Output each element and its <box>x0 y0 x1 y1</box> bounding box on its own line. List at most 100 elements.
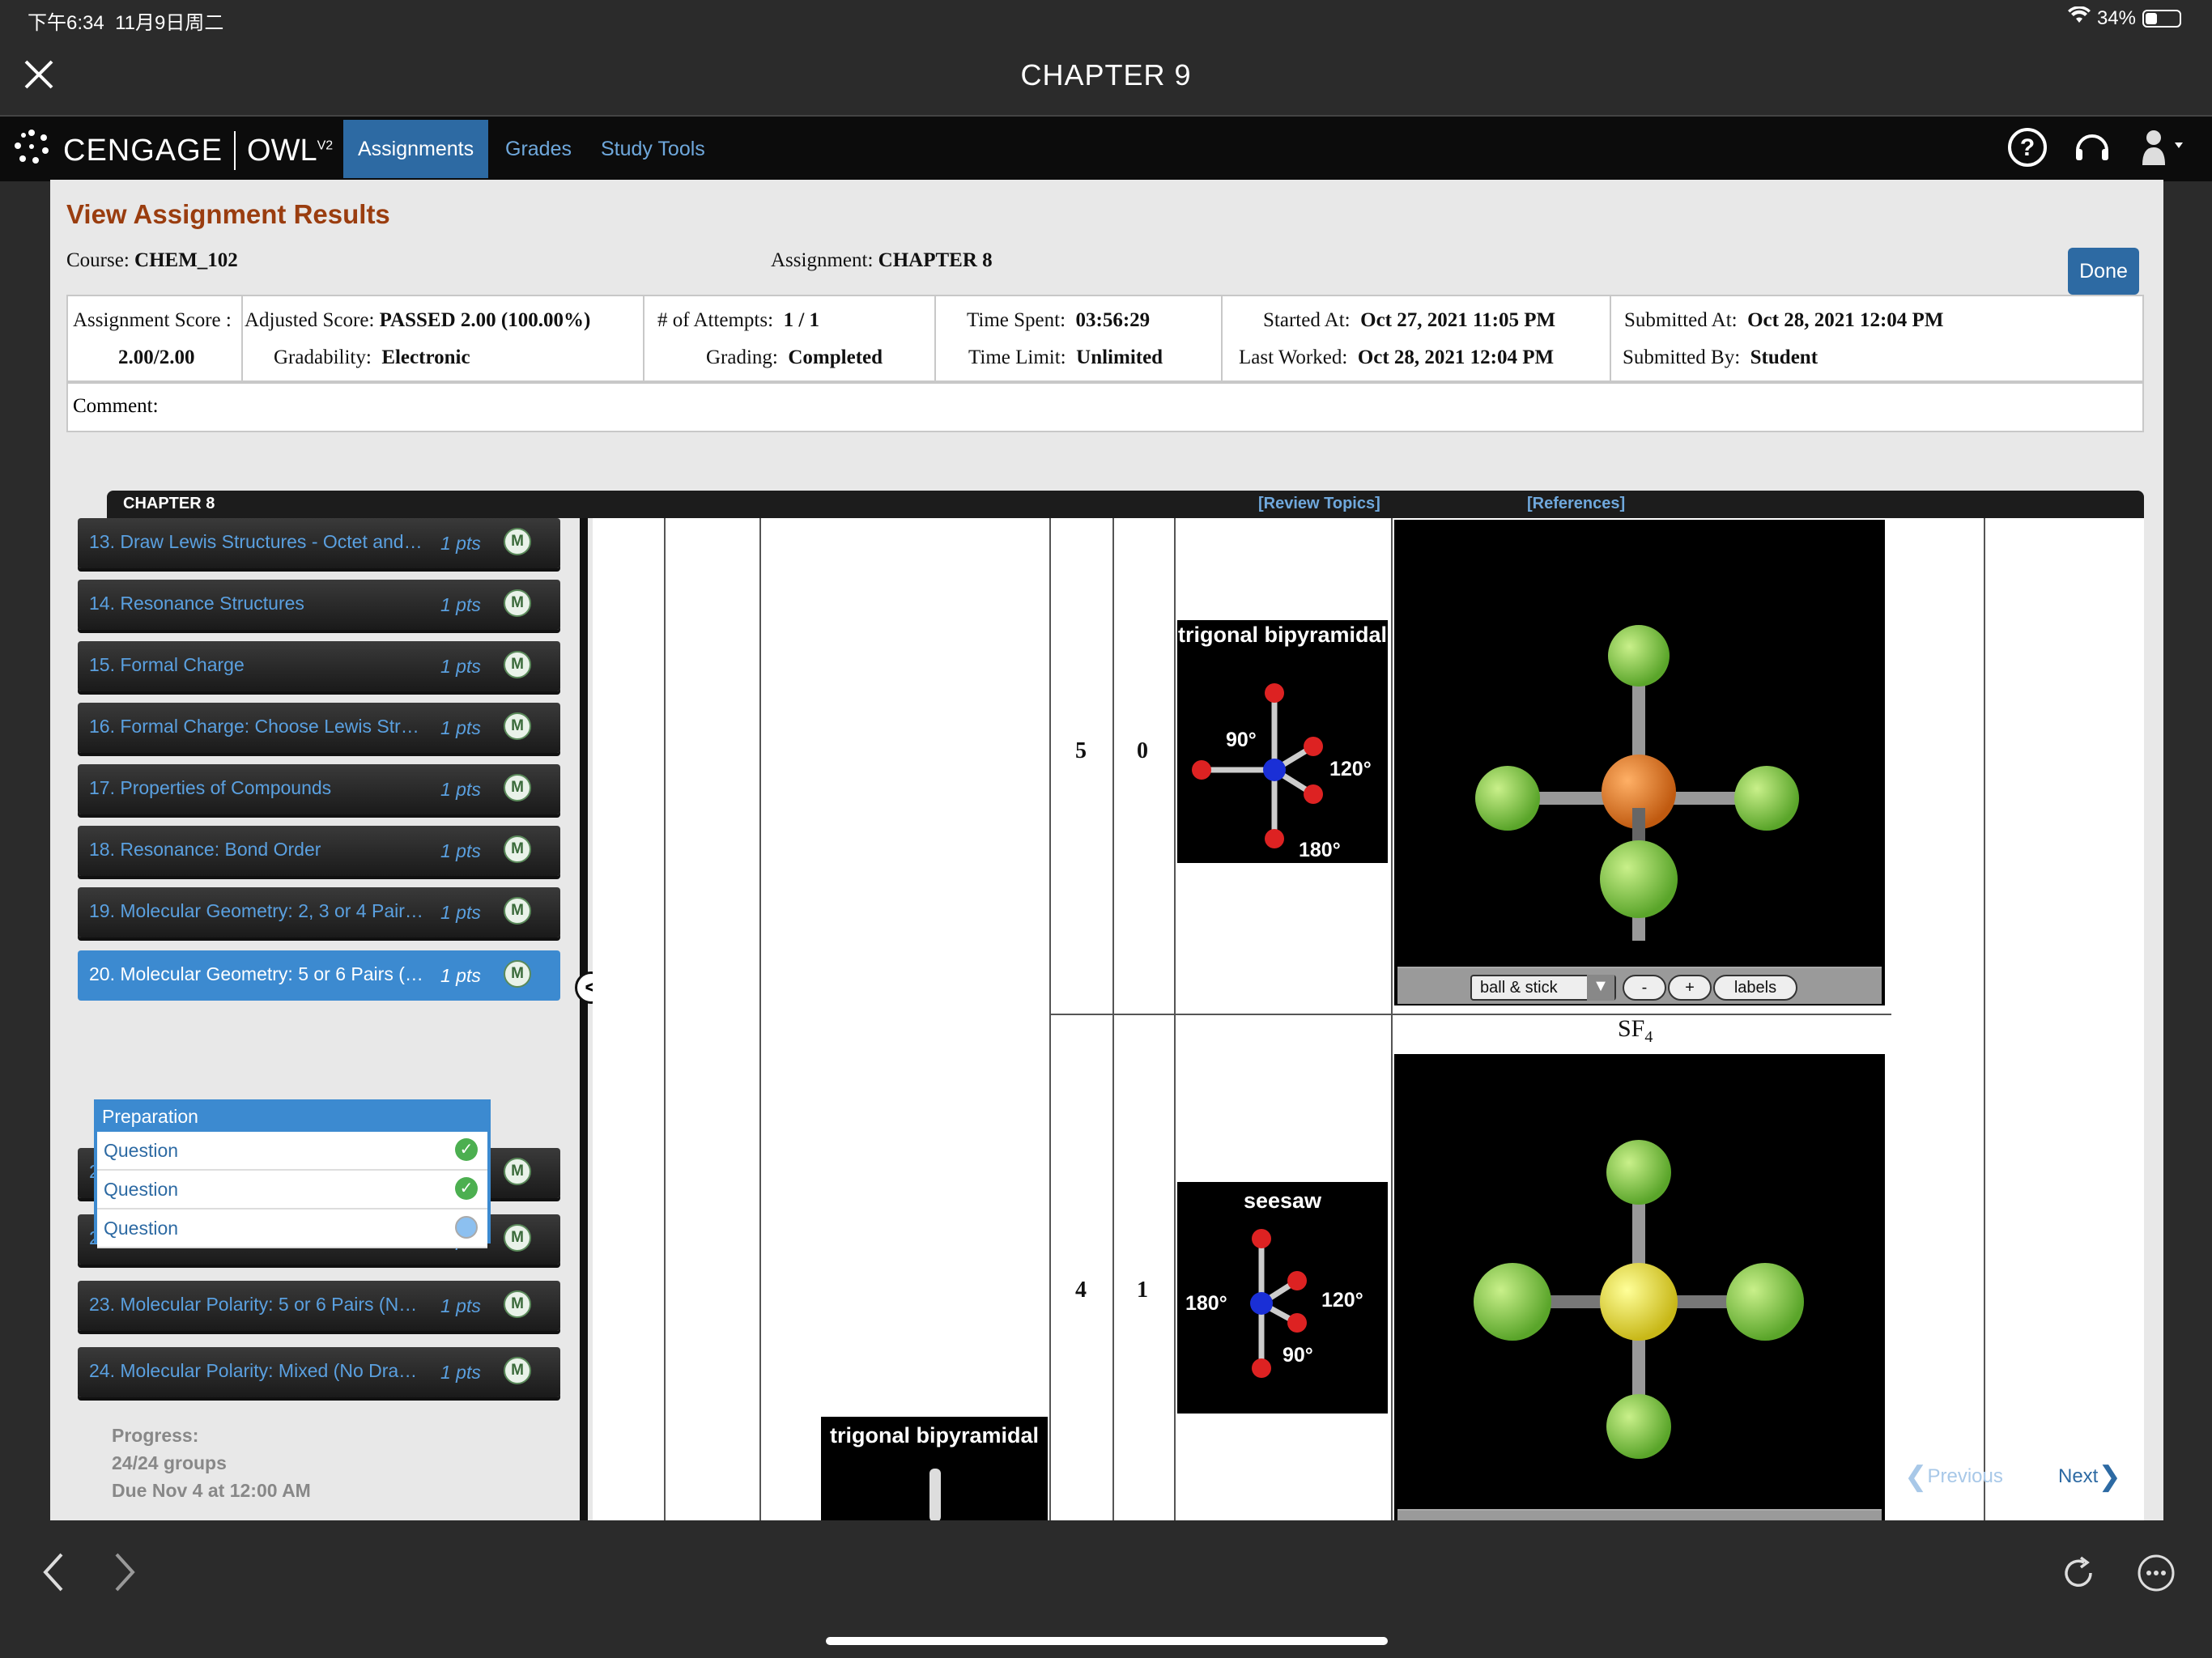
score-label: Assignment Score : <box>73 309 232 331</box>
angle-label: 120° <box>1329 758 1372 780</box>
subitem-question-1[interactable]: Question ✓ <box>97 1132 487 1171</box>
tab-grades[interactable]: Grades <box>491 120 586 178</box>
question-item[interactable]: 20. Molecular Geometry: 5 or 6 Pairs (… 1… <box>78 950 560 1001</box>
table-grid <box>759 518 761 1520</box>
submitted-at: Submitted At: Oct 28, 2021 12:04 PM <box>1624 309 1944 331</box>
in-progress-icon <box>455 1216 478 1239</box>
question-label: 19. Molecular Geometry: 2, 3 or 4 Pair… <box>89 900 423 921</box>
molecule-viewer-1[interactable]: ball & stick ▼ - + labels <box>1394 520 1885 1005</box>
sidebar-divider[interactable] <box>580 518 588 1520</box>
previous-button[interactable]: ❮Previous <box>1904 1460 2003 1493</box>
question-label: 18. Resonance: Bond Order <box>89 839 321 860</box>
user-icon[interactable] <box>2134 126 2191 168</box>
review-topics-link[interactable]: [Review Topics] <box>1258 495 1380 513</box>
brand-divider <box>234 131 236 170</box>
status-right: 34% <box>2067 6 2181 30</box>
viewer-toolbar-partial <box>1397 1509 1882 1520</box>
table-grid <box>1049 518 1051 1520</box>
question-label: 23. Molecular Polarity: 5 or 6 Pairs (N… <box>89 1294 418 1315</box>
question-points: 1 pts <box>440 840 481 861</box>
molecule-viewer-2[interactable] <box>1394 1054 1885 1520</box>
mastery-badge-icon: M <box>504 1290 531 1318</box>
table-grid <box>1174 518 1176 1520</box>
question-item[interactable]: 15. Formal Charge 1 pts M <box>78 641 560 691</box>
progress-label: Progress: <box>112 1425 199 1446</box>
more-icon[interactable] <box>2136 1553 2176 1597</box>
svg-text:?: ? <box>2020 134 2035 161</box>
help-icon[interactable]: ? <box>2006 126 2048 168</box>
seesaw-diagram: 180° 120° 90° <box>1185 1229 1363 1378</box>
labels-button[interactable]: labels <box>1713 975 1797 1001</box>
question-points: 1 pts <box>440 779 481 800</box>
mastery-badge-icon: M <box>504 651 531 678</box>
zoom-in-button[interactable]: + <box>1668 975 1712 1001</box>
chevron-down-icon: ▼ <box>1587 975 1614 1001</box>
table-grid <box>664 518 666 1520</box>
bond-stick <box>929 1469 941 1520</box>
question-item[interactable]: 18. Resonance: Bond Order 1 pts M <box>78 826 560 876</box>
zoom-out-button[interactable]: - <box>1623 975 1666 1001</box>
mastery-badge-icon: M <box>504 1357 531 1384</box>
question-item[interactable]: 14. Resonance Structures 1 pts M <box>78 580 560 630</box>
page-title: View Assignment Results <box>66 199 390 229</box>
checkmark-icon: ✓ <box>455 1138 478 1161</box>
subitem-question-2[interactable]: Question ✓ <box>97 1171 487 1209</box>
last-worked: Last Worked: Oct 28, 2021 12:04 PM <box>1239 346 1555 368</box>
question-item[interactable]: 24. Molecular Polarity: Mixed (No Dra… 1 … <box>78 1347 560 1397</box>
back-icon[interactable] <box>37 1550 70 1599</box>
next-button[interactable]: Next❯ <box>2058 1460 2121 1493</box>
question-label: 15. Formal Charge <box>89 654 245 675</box>
subitem-label: Question <box>104 1140 179 1161</box>
question-points: 1 pts <box>440 1362 481 1383</box>
cengage-logo[interactable]: CENGAGE OWLV2 <box>11 126 333 175</box>
forward-icon[interactable] <box>108 1550 141 1599</box>
status-bar: 下午6:34 11月9日周二 34% <box>0 0 2212 40</box>
lone-pair-count: 1 <box>1137 1278 1148 1303</box>
molecule-model <box>1475 625 1799 941</box>
question-label: 14. Resonance Structures <box>89 593 304 614</box>
question-item[interactable]: 13. Draw Lewis Structures - Octet and… 1 … <box>78 518 560 568</box>
chevron-right-icon: ❯ <box>2098 1461 2121 1492</box>
results-page: View Assignment Results Course: CHEM_102… <box>50 180 2163 1520</box>
question-item[interactable]: 16. Formal Charge: Choose Lewis Str… 1 pt… <box>78 703 560 753</box>
mastery-badge-icon: M <box>504 589 531 617</box>
chapter-title: CHAPTER 8 <box>123 495 215 512</box>
bonding-count: 5 <box>1075 738 1087 763</box>
mastery-badge-icon: M <box>504 712 531 740</box>
table-grid <box>1984 518 1985 1520</box>
tab-assignments[interactable]: Assignments <box>343 120 489 178</box>
score-summary: Assignment Score : 2.00/2.00 Adjusted Sc… <box>66 295 2144 382</box>
table-grid <box>1391 518 1393 1520</box>
question-item[interactable]: 19. Molecular Geometry: 2, 3 or 4 Pair… 1… <box>78 887 560 937</box>
reload-icon[interactable] <box>2058 1553 2099 1597</box>
progress-info: Progress: 24/24 groups Due Nov 4 at 12:0… <box>112 1422 311 1504</box>
assignment-info: Assignment: CHAPTER 8 <box>771 249 993 271</box>
question-label: 13. Draw Lewis Structures - Octet and… <box>89 531 423 552</box>
battery-icon <box>2142 9 2181 28</box>
question-sidebar: 13. Draw Lewis Structures - Octet and… 1 … <box>78 518 617 1520</box>
time-cell: Time Spent: 03:56:29 Time Limit: Unlimit… <box>936 296 1223 380</box>
molecule-formula: SF4 <box>1618 1015 1653 1046</box>
references-link[interactable]: [References] <box>1527 495 1625 513</box>
viewer-toolbar: ball & stick ▼ - + labels <box>1397 967 1882 1004</box>
comment-label: Comment: <box>73 395 159 417</box>
mastery-badge-icon: M <box>504 897 531 925</box>
preparation-item[interactable]: Preparation <box>102 1106 198 1128</box>
subitem-question-3[interactable]: Question <box>97 1209 487 1248</box>
mastery-badge-icon: M <box>504 1158 531 1185</box>
battery-percent: 34% <box>2096 6 2136 29</box>
cengage-dots-icon <box>11 126 52 175</box>
window-title: CHAPTER 9 <box>1020 58 1192 91</box>
question-item[interactable]: 23. Molecular Polarity: 5 or 6 Pairs (N…… <box>78 1281 560 1331</box>
score-value: 2.00/2.00 <box>118 346 195 368</box>
tab-study-tools[interactable]: Study Tools <box>586 120 720 178</box>
question-item[interactable]: 17. Properties of Compounds 1 pts M <box>78 764 560 814</box>
home-indicator[interactable] <box>826 1637 1388 1645</box>
render-mode-select[interactable]: ball & stick ▼ <box>1470 975 1616 1001</box>
question-points: 1 pts <box>440 1295 481 1316</box>
started-cell: Started At: Oct 27, 2021 11:05 PM Last W… <box>1223 296 1611 380</box>
adjusted-score: Adjusted Score: PASSED 2.00 (100.00%) <box>245 309 591 331</box>
headset-icon[interactable] <box>2071 126 2113 168</box>
done-button[interactable]: Done <box>2068 248 2139 295</box>
assignment-score-cell: Assignment Score : 2.00/2.00 <box>68 296 243 380</box>
